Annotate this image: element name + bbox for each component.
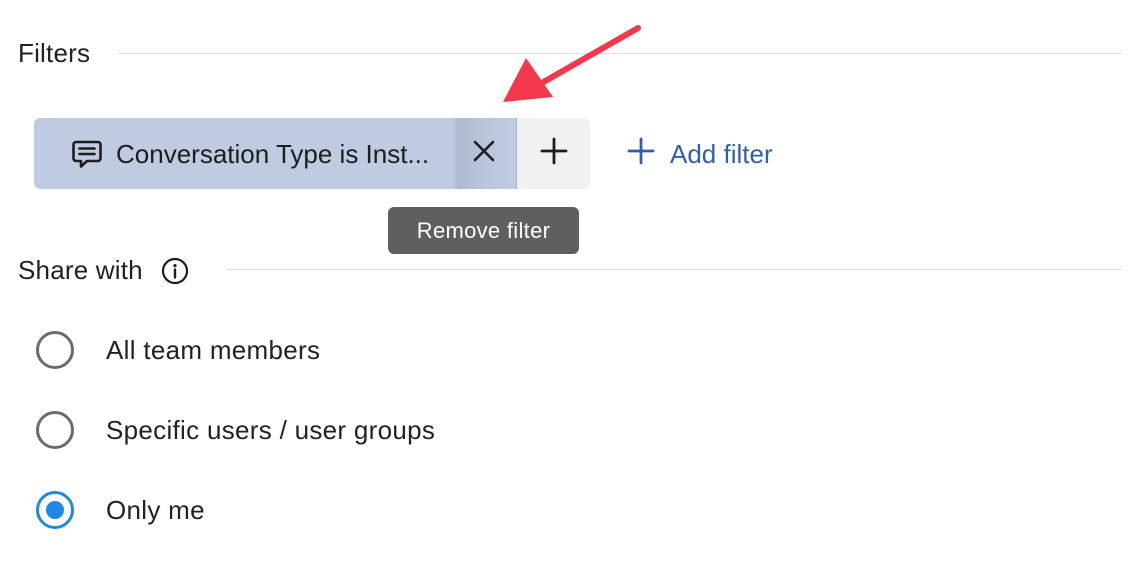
plus-icon: [626, 136, 670, 173]
remove-filter-tooltip: Remove filter: [388, 207, 579, 254]
filter-chip[interactable]: Conversation Type is Inst...: [34, 118, 517, 189]
radio-label: Only me: [106, 494, 205, 525]
add-to-filter-button[interactable]: [517, 118, 590, 189]
radio-option-only-me[interactable]: Only me: [36, 491, 205, 529]
share-divider: [226, 269, 1122, 270]
radio-option-specific-users[interactable]: Specific users / user groups: [36, 411, 435, 449]
close-icon: [472, 139, 496, 168]
filter-chip-label: Conversation Type is Inst...: [116, 139, 430, 169]
plus-icon: [540, 137, 568, 170]
add-filter-button[interactable]: Add filter: [626, 135, 773, 173]
share-title: Share with: [18, 255, 143, 285]
filter-chip-group: Conversation Type is Inst...: [34, 118, 590, 189]
radio-option-all-team-members[interactable]: All team members: [36, 331, 320, 369]
radio-button[interactable]: [36, 411, 74, 449]
chat-bubble-icon: [70, 137, 104, 171]
radio-button[interactable]: [36, 331, 74, 369]
radio-button-selected[interactable]: [36, 491, 74, 529]
radio-label: All team members: [106, 334, 321, 365]
info-icon[interactable]: [161, 257, 189, 285]
add-filter-label: Add filter: [670, 138, 773, 169]
filters-section-header: Filters: [18, 38, 90, 69]
filters-divider: [118, 53, 1122, 54]
share-section-header: Share with: [18, 255, 189, 286]
remove-filter-button[interactable]: [452, 118, 516, 189]
filters-title: Filters: [18, 38, 91, 68]
radio-label: Specific users / user groups: [106, 414, 436, 445]
